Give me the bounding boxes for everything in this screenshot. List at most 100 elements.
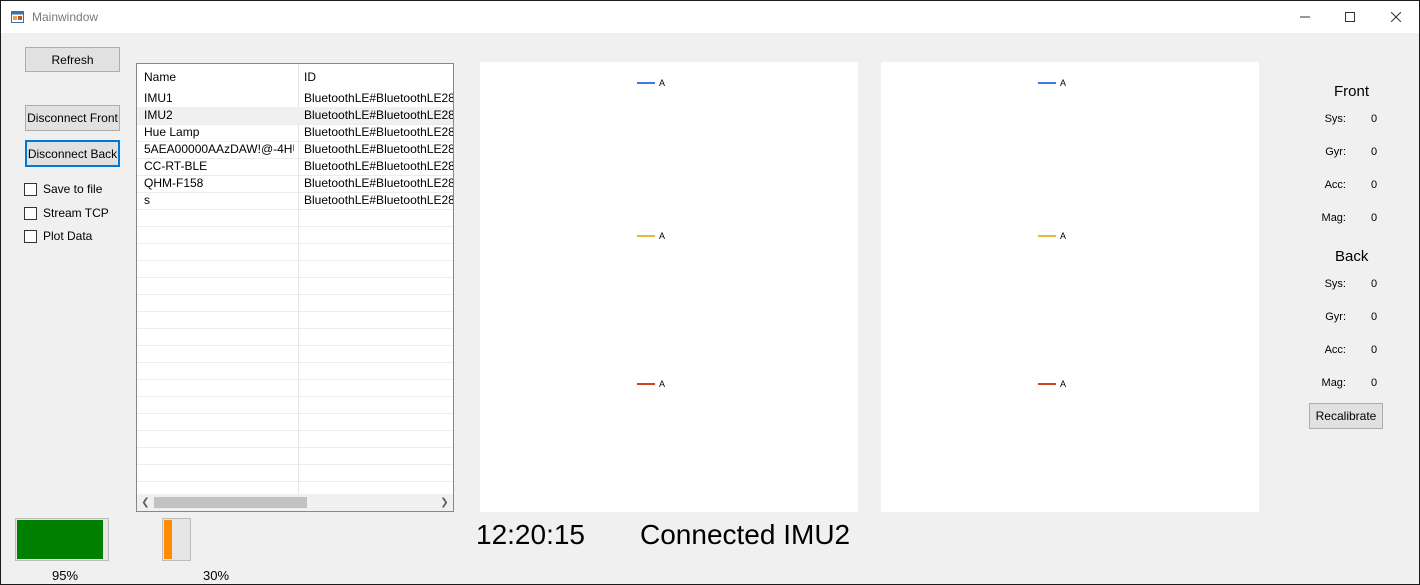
maximize-button[interactable] (1327, 1, 1373, 33)
status-message: Connected IMU2 (640, 519, 851, 550)
row-gridline (137, 294, 453, 295)
row-gridline (137, 362, 453, 363)
legend-line (637, 235, 655, 237)
legend-line (1038, 235, 1056, 237)
checkbox-label: Plot Data (43, 229, 93, 243)
row-gridline (137, 260, 453, 261)
refresh-button[interactable]: Refresh (25, 47, 120, 72)
scroll-right-icon[interactable]: ❯ (436, 494, 453, 511)
disconnect-back-button[interactable]: Disconnect Back (25, 140, 120, 167)
stream-tcp-checkbox[interactable]: Stream TCP (24, 205, 109, 221)
row-gridline (137, 209, 453, 210)
row-gridline (137, 226, 453, 227)
device-name-cell: s (144, 193, 150, 207)
front-sys-label: Sys: (1324, 113, 1346, 125)
row-gridline (137, 379, 453, 380)
front-mag-label: Mag: (1321, 212, 1346, 224)
device-row[interactable]: s BluetoothLE#BluetoothLE28:7f (137, 192, 453, 209)
clock-time: 12:20:15 (476, 519, 585, 550)
title-bar: Mainwindow (1, 1, 1419, 33)
legend-item: A (1038, 378, 1066, 390)
checkbox-square[interactable] (24, 229, 37, 243)
legend-line (1038, 82, 1056, 84)
close-icon (1391, 12, 1401, 22)
legend-label: A (659, 231, 666, 241)
device-row[interactable]: 5AEA00000AAzDAW!@-4HU... BluetoothLE#Blue… (137, 141, 453, 158)
plot-back: A A A (881, 62, 1259, 512)
back-gyr-label: Gyr: (1325, 311, 1346, 323)
device-row[interactable]: QHM-F158 BluetoothLE#BluetoothLE28:7f (137, 175, 453, 192)
row-gridline (137, 311, 453, 312)
device-list[interactable]: Name ID IMU1 BluetoothLE#BluetoothLE28:7f… (136, 63, 454, 512)
plot-front: A A A (480, 62, 858, 512)
save-to-file-checkbox[interactable]: Save to file (24, 181, 102, 197)
device-id-cell: BluetoothLE#BluetoothLE28:7f (304, 193, 453, 207)
checkbox-label: Stream TCP (43, 206, 109, 220)
back-sys-value: 0 (1371, 278, 1378, 290)
front-battery-fill (17, 520, 103, 559)
legend-line (637, 82, 655, 84)
device-name-cell: IMU1 (144, 91, 173, 105)
horizontal-scrollbar[interactable]: ❮ ❯ (137, 494, 453, 511)
device-name-cell: 5AEA00000AAzDAW!@-4HU... (144, 142, 294, 156)
device-id-cell: BluetoothLE#BluetoothLE28:7f (304, 108, 453, 122)
legend-item: A (1038, 77, 1066, 89)
device-name-cell: CC-RT-BLE (144, 159, 208, 173)
close-button[interactable] (1373, 1, 1419, 33)
checkbox-square[interactable] (24, 206, 37, 220)
legend-item: A (637, 77, 665, 89)
window-title: Mainwindow (32, 10, 99, 24)
row-gridline (137, 481, 453, 482)
device-id-cell: BluetoothLE#BluetoothLE28:7f (304, 142, 453, 156)
plot-data-checkbox[interactable]: Plot Data (24, 228, 92, 244)
app-window-icon (11, 11, 24, 23)
device-name-cell: IMU2 (144, 108, 173, 122)
device-list-header: Name ID (137, 64, 453, 90)
back-battery-fill (164, 520, 172, 559)
back-acc-value: 0 (1371, 344, 1378, 356)
row-gridline (137, 430, 453, 431)
device-row[interactable]: IMU2 BluetoothLE#BluetoothLE28:7f (137, 107, 453, 124)
front-acc-value: 0 (1371, 179, 1378, 191)
front-gyr-label: Gyr: (1325, 146, 1346, 158)
legend-label: A (659, 78, 666, 88)
back-calibration-title: Back (1335, 248, 1369, 265)
scrollbar-thumb[interactable] (154, 497, 307, 508)
device-name-cell: Hue Lamp (144, 125, 200, 139)
legend-item: A (637, 378, 665, 390)
device-id-cell: BluetoothLE#BluetoothLE28:7f (304, 176, 453, 190)
front-gyr-value: 0 (1371, 146, 1378, 158)
back-sys-label: Sys: (1324, 278, 1346, 290)
row-gridline (137, 345, 453, 346)
device-row[interactable]: IMU1 BluetoothLE#BluetoothLE28:7f (137, 90, 453, 107)
column-header-name[interactable]: Name (144, 70, 176, 84)
main-window: Mainwindow Refresh Disconnect Front Disc… (0, 0, 1420, 585)
row-gridline (137, 413, 453, 414)
device-row[interactable]: Hue Lamp BluetoothLE#BluetoothLE28:7f (137, 124, 453, 141)
legend-label: A (1060, 78, 1067, 88)
front-mag-value: 0 (1371, 212, 1378, 224)
scroll-left-icon[interactable]: ❮ (137, 494, 154, 511)
back-mag-value: 0 (1371, 377, 1378, 389)
column-header-id[interactable]: ID (304, 70, 316, 84)
legend-item: A (1038, 230, 1066, 242)
legend-item: A (637, 230, 665, 242)
device-id-cell: BluetoothLE#BluetoothLE28:7f (304, 159, 453, 173)
back-battery-bar (162, 518, 191, 561)
legend-label: A (1060, 379, 1067, 389)
front-battery-percent: 95% (52, 568, 79, 583)
back-battery-percent: 30% (203, 568, 230, 583)
minimize-icon (1300, 16, 1310, 18)
maximize-icon (1345, 12, 1355, 22)
minimize-button[interactable] (1282, 1, 1328, 33)
row-gridline (137, 447, 453, 448)
front-battery-bar (15, 518, 109, 561)
disconnect-front-button[interactable]: Disconnect Front (25, 105, 120, 131)
legend-label: A (1060, 231, 1067, 241)
back-mag-label: Mag: (1321, 377, 1346, 389)
checkbox-square[interactable] (24, 182, 37, 196)
device-row[interactable]: CC-RT-BLE BluetoothLE#BluetoothLE28:7f (137, 158, 453, 175)
back-gyr-value: 0 (1371, 311, 1378, 323)
recalibrate-button[interactable]: Recalibrate (1309, 403, 1383, 429)
legend-line (637, 383, 655, 385)
